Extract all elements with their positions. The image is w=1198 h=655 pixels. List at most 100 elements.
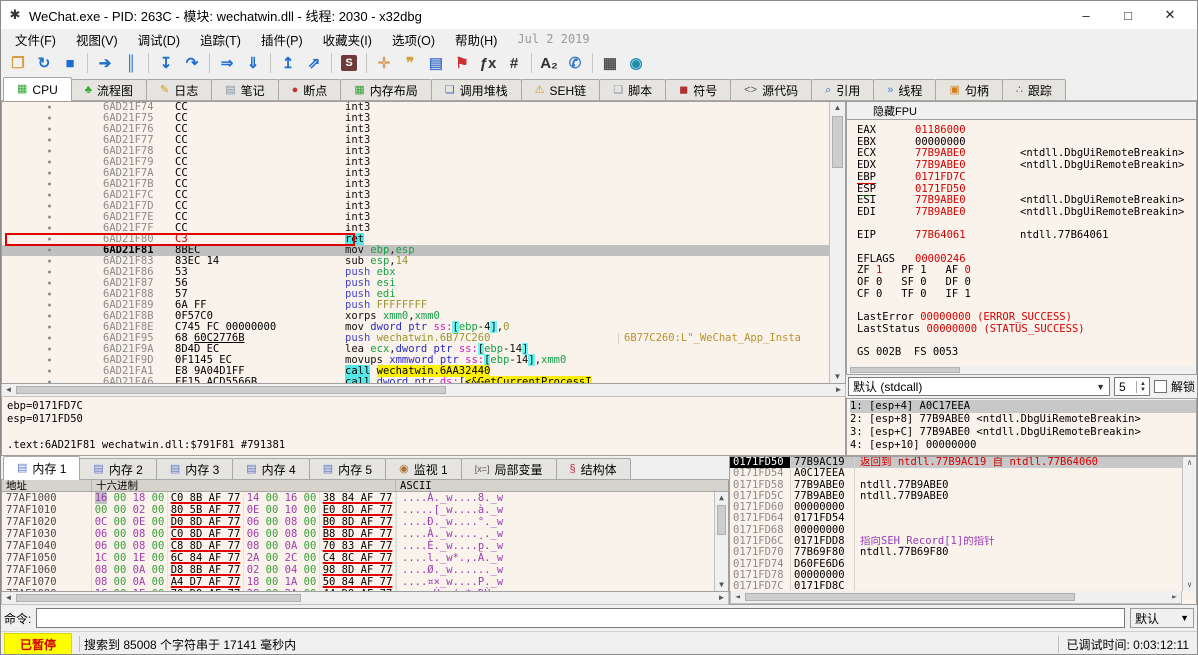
- breakpoint-dot[interactable]: ●: [2, 212, 97, 223]
- scroll-right-arrow[interactable]: ►: [1168, 591, 1181, 603]
- breakpoint-dot[interactable]: ●: [2, 113, 97, 124]
- breakpoint-dot[interactable]: ●: [2, 102, 97, 113]
- register-row[interactable]: EDI77B9ABE0<ntdll.DbgUiRemoteBreakin>: [857, 207, 1196, 219]
- stack-row[interactable]: 0171FD7077B69F80ntdll.77B69F80: [730, 547, 1182, 558]
- execute-till-return-button[interactable]: ⇓: [240, 51, 266, 75]
- tab-cpu[interactable]: ▦CPU: [3, 77, 72, 101]
- tab-trace[interactable]: ∴跟踪: [1002, 79, 1066, 100]
- disasm-vertical-scrollbar[interactable]: ▲ ▼: [829, 102, 845, 383]
- pause-button[interactable]: ║: [118, 51, 144, 75]
- menu-item-view[interactable]: 视图(V): [66, 28, 128, 51]
- registers-list[interactable]: EAX01186000EBX00000000ECX77B9ABE0<ntdll.…: [846, 120, 1197, 375]
- register-row[interactable]: EIP77B64061ntdll.77B64061: [857, 230, 1196, 242]
- disassembly-view[interactable]: ●6AD21F74CCint3●6AD21F75CCint3●6AD21F76C…: [1, 101, 846, 384]
- tab-references[interactable]: ⌕引用: [811, 79, 874, 100]
- breakpoint-dot[interactable]: ●: [2, 146, 97, 157]
- run-to-user-code-button[interactable]: ⇗: [301, 51, 327, 75]
- breakpoint-dot[interactable]: ●: [2, 300, 97, 311]
- breakpoint-dot[interactable]: ●: [2, 278, 97, 289]
- breakpoint-dot[interactable]: ●: [2, 289, 97, 300]
- tab-seh[interactable]: ⚠SEH链: [521, 79, 601, 100]
- breakpoint-dot[interactable]: ●: [2, 377, 97, 384]
- tab-dump1[interactable]: ▤内存 1: [3, 456, 80, 480]
- breakpoint-dot[interactable]: ●: [2, 267, 97, 278]
- breakpoint-dot[interactable]: ●: [2, 190, 97, 201]
- open-file-button[interactable]: ❐: [5, 51, 31, 75]
- register-row[interactable]: LastStatus 00000000 (STATUS_SUCCESS): [857, 324, 1196, 336]
- breakpoint-dot[interactable]: ●: [2, 333, 97, 344]
- tab-watch1[interactable]: ◉监视 1: [385, 458, 462, 479]
- memory-row[interactable]: 77AF104006 00 08 00C8 8D AF 7708 00 0A 0…: [2, 540, 728, 552]
- functions-button[interactable]: ƒx: [475, 51, 501, 75]
- hash-button[interactable]: #: [501, 51, 527, 75]
- register-row[interactable]: EAX01186000: [857, 125, 1196, 137]
- skip-exceptions-button[interactable]: S: [336, 51, 362, 75]
- tab-threads[interactable]: »线程: [873, 79, 936, 100]
- step-into-button[interactable]: ↧: [153, 51, 179, 75]
- breakpoint-dot[interactable]: ●: [2, 201, 97, 212]
- run-button[interactable]: ➔: [92, 51, 118, 75]
- tab-log[interactable]: ✎日志: [146, 79, 212, 100]
- call-argument-row[interactable]: 2: [esp+8] 77B9ABE0 <ntdll.DbgUiRemoteBr…: [850, 413, 1196, 426]
- tab-handles[interactable]: ▣句柄: [935, 79, 1002, 100]
- stack-vertical-scrollbar[interactable]: ∧ ∨: [1182, 457, 1196, 591]
- tab-locals[interactable]: [x=]局部变量: [461, 458, 557, 479]
- call-arguments-list[interactable]: 1: [esp+4] A0C17EEA2: [esp+8] 77B9ABE0 <…: [846, 398, 1197, 456]
- labels-button[interactable]: ▤: [423, 51, 449, 75]
- scroll-left-arrow[interactable]: ◄: [2, 592, 15, 604]
- tab-notes[interactable]: ▤笔记: [211, 79, 278, 100]
- breakpoint-dot[interactable]: ●: [2, 179, 97, 190]
- stack-view[interactable]: 0171FD5077B9AC19返回到 ntdll.77B9AC19 自 ntd…: [729, 456, 1197, 605]
- scroll-thumb[interactable]: [16, 594, 301, 602]
- breakpoint-dot[interactable]: ●: [2, 344, 97, 355]
- step-over-button[interactable]: ↷: [179, 51, 205, 75]
- register-row[interactable]: GS 002B FS 0053: [857, 347, 1196, 359]
- attach-device-button[interactable]: ✆: [562, 51, 588, 75]
- stack-horizontal-scrollbar[interactable]: ◄ ►: [730, 591, 1182, 604]
- step-out-button[interactable]: ↥: [275, 51, 301, 75]
- memory-row[interactable]: 77AF100016 00 18 00C0 8B AF 7714 00 16 0…: [2, 492, 728, 504]
- scroll-up-arrow[interactable]: ▲: [715, 492, 728, 504]
- bookmarks-button[interactable]: ⚑: [449, 51, 475, 75]
- scroll-thumb[interactable]: [832, 116, 843, 168]
- memory-row[interactable]: 77AF10200C 00 0E 00D0 8D AF 7706 00 08 0…: [2, 516, 728, 528]
- argument-depth-spinner[interactable]: 5 ▲▼: [1114, 377, 1150, 396]
- minimize-button[interactable]: –: [1065, 2, 1107, 28]
- scroll-thumb[interactable]: [717, 505, 726, 535]
- register-row[interactable]: EBP0171FD7C: [857, 172, 1196, 184]
- breakpoint-dot[interactable]: ●: [2, 366, 97, 377]
- register-row[interactable]: CF 0 TF 0 IF 1: [857, 289, 1196, 301]
- calculator-button[interactable]: ▦: [597, 51, 623, 75]
- menu-item-help[interactable]: 帮助(H): [445, 28, 507, 51]
- calling-convention-select[interactable]: 默认 (stdcall) ▼: [848, 377, 1110, 396]
- menu-item-trace[interactable]: 追踪(T): [190, 28, 251, 51]
- scroll-right-arrow[interactable]: ►: [715, 592, 728, 604]
- patches-button[interactable]: ✛: [371, 51, 397, 75]
- tab-call-stack[interactable]: ❏调用堆栈: [431, 79, 522, 100]
- scroll-down-arrow[interactable]: ∨: [1183, 579, 1196, 591]
- menu-item-file[interactable]: 文件(F): [5, 28, 66, 51]
- scroll-right-arrow[interactable]: ►: [832, 384, 845, 396]
- tab-source[interactable]: <>源代码: [730, 79, 812, 100]
- unlock-checkbox[interactable]: [1154, 380, 1167, 393]
- breakpoint-dot[interactable]: ●: [2, 135, 97, 146]
- run-to-selection-button[interactable]: ⇒: [214, 51, 240, 75]
- scroll-up-arrow[interactable]: ▲: [830, 102, 845, 114]
- stop-button[interactable]: ■: [57, 51, 83, 75]
- restart-button[interactable]: ↻: [31, 51, 57, 75]
- tab-breakpoints[interactable]: ●断点: [278, 79, 342, 100]
- call-argument-row[interactable]: 3: [esp+C] 77B9ABE0 <ntdll.DbgUiRemoteBr…: [850, 426, 1196, 439]
- tab-symbols[interactable]: ◼符号: [665, 79, 731, 100]
- registers-horizontal-scrollbar[interactable]: [848, 366, 1195, 374]
- tab-struct[interactable]: §结构体: [556, 458, 631, 479]
- scroll-left-arrow[interactable]: ◄: [2, 384, 15, 396]
- disasm-horizontal-scrollbar[interactable]: ◄ ►: [1, 384, 846, 397]
- breakpoint-dot[interactable]: ●: [2, 157, 97, 168]
- scroll-thumb[interactable]: [745, 593, 1075, 601]
- memory-dump-view[interactable]: 地址 十六进制 ASCII 77AF100016 00 18 00C0 8B A…: [1, 480, 729, 592]
- scroll-thumb[interactable]: [16, 386, 446, 394]
- dump-vertical-scrollbar[interactable]: ▲ ▼: [714, 492, 728, 591]
- scroll-up-arrow[interactable]: ∧: [1183, 457, 1196, 469]
- menu-item-options[interactable]: 选项(O): [382, 28, 445, 51]
- hide-fpu-button[interactable]: 隐藏FPU: [873, 103, 917, 119]
